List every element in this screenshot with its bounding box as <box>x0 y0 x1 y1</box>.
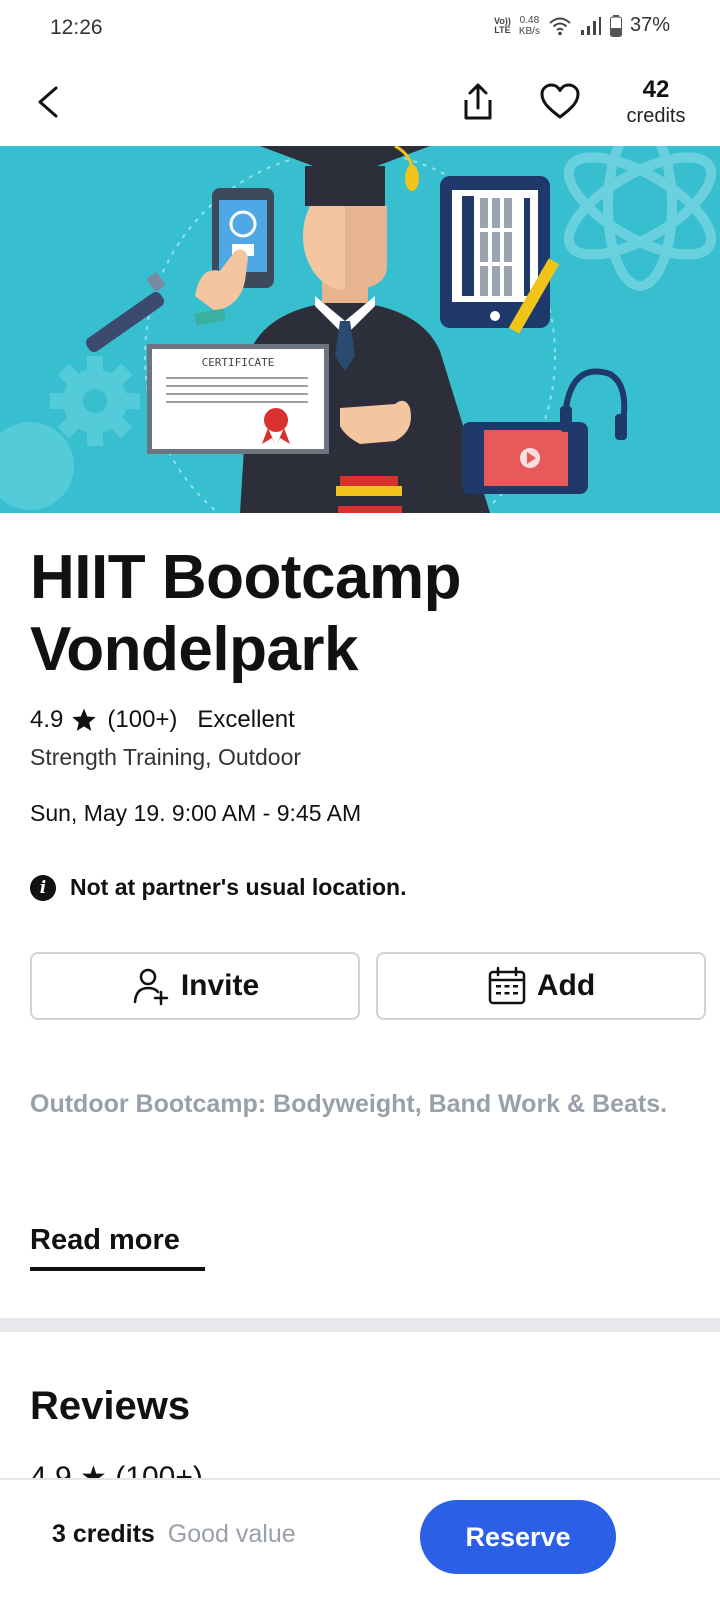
class-title: HIIT Bootcamp Vondelpark <box>30 543 461 684</box>
status-time: 12:26 <box>50 16 103 39</box>
favorite-button[interactable] <box>538 80 582 124</box>
add-label: Add <box>536 969 596 1002</box>
calendar-icon <box>488 966 526 1005</box>
volte-icon: Vo)) LTE <box>494 15 511 35</box>
price-info: 3 credits Good value <box>52 1520 296 1549</box>
class-datetime: Sun, May 19. 9:00 AM - 9:45 AM <box>30 800 362 826</box>
price-credits: 3 credits <box>52 1520 155 1548</box>
heart-icon <box>540 83 580 119</box>
notice-text: Not at partner's usual location. <box>70 874 407 900</box>
certificate-text: CERTIFICATE <box>202 356 275 369</box>
rating-count: (100+) <box>107 706 178 733</box>
chevron-left-icon <box>38 86 58 118</box>
top-app-bar: 42 credits <box>0 60 720 146</box>
booking-bar: 3 credits Good value Reserve <box>0 1478 720 1600</box>
signal-icon <box>580 16 601 35</box>
invite-label: Invite <box>180 969 260 1002</box>
back-button[interactable] <box>28 80 68 124</box>
hero-image: CERTIFICATE <box>0 146 720 513</box>
credits-balance[interactable]: 42 credits <box>608 76 704 128</box>
info-icon: i <box>30 874 56 901</box>
invite-button[interactable]: Invite <box>30 952 360 1020</box>
graduation-illustration: CERTIFICATE <box>0 146 720 513</box>
star-icon <box>72 708 97 731</box>
battery-icon <box>609 14 622 37</box>
add-person-icon <box>133 968 169 1006</box>
status-bar: 12:26 Vo)) LTE 0.48 KB/s 37% <box>0 0 720 60</box>
class-description: Outdoor Bootcamp: Bodyweight, Band Work … <box>30 1090 668 1118</box>
credits-value: 42 <box>642 76 670 103</box>
reviews-heading: Reviews <box>30 1384 191 1428</box>
class-categories: Strength Training, Outdoor <box>30 744 302 770</box>
battery-percent: 37% <box>629 14 670 36</box>
rating-row[interactable]: 4.9 (100+) Excellent <box>30 706 295 734</box>
credits-label: credits <box>626 105 686 127</box>
share-button[interactable] <box>458 80 498 124</box>
location-notice: i Not at partner's usual location. <box>30 874 406 901</box>
wifi-icon <box>549 17 571 35</box>
rating-label: Excellent <box>197 706 295 733</box>
share-icon <box>464 83 492 120</box>
add-to-calendar-button[interactable]: Add <box>376 952 706 1020</box>
reserve-button[interactable]: Reserve <box>420 1500 616 1574</box>
section-divider <box>0 1318 720 1332</box>
price-note: Good value <box>167 1520 296 1548</box>
status-icons: Vo)) LTE 0.48 KB/s 37% <box>494 14 670 37</box>
rating-value: 4.9 <box>30 706 64 733</box>
read-more-link[interactable]: Read more <box>30 1224 205 1271</box>
network-speed: 0.48 KB/s <box>518 14 540 37</box>
